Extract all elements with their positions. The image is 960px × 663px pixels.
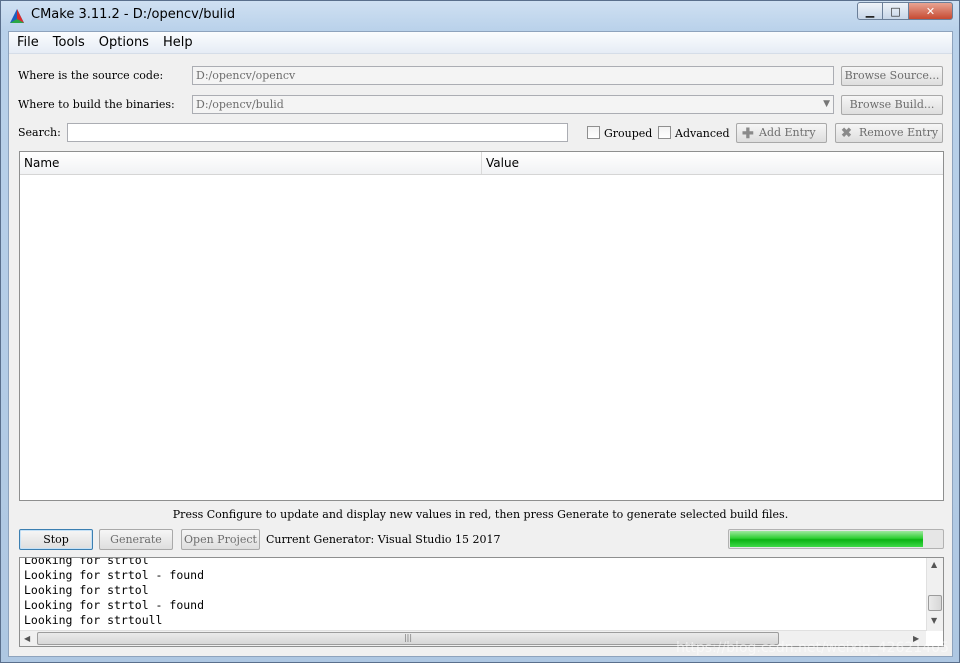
remove-entry-label: Remove Entry <box>859 126 939 139</box>
cmake-logo-icon <box>10 9 24 23</box>
menu-tools[interactable]: Tools <box>53 35 85 50</box>
close-button[interactable]: ✕ <box>909 2 953 20</box>
cmake-window: CMake 3.11.2 - D:/opencv/bulid ▁ □ ✕ Fil… <box>0 0 960 663</box>
watermark: https://blog.csdn.net/weixin_42621405 <box>675 640 949 656</box>
build-path-value: D:/opencv/bulid <box>196 98 284 111</box>
grouped-label: Grouped <box>604 127 653 140</box>
horizontal-scroll-thumb[interactable]: ||| <box>37 632 779 645</box>
browse-source-button[interactable]: Browse Source... <box>841 66 943 86</box>
add-entry-button[interactable]: ✚ Add Entry <box>736 123 827 143</box>
progress-fill <box>730 531 923 547</box>
column-header-value[interactable]: Value <box>482 152 943 174</box>
search-input[interactable] <box>67 123 568 142</box>
browse-build-button[interactable]: Browse Build... <box>841 95 943 115</box>
column-header-name[interactable]: Name <box>20 152 482 174</box>
table-header: Name Value <box>20 152 943 175</box>
log-text: Looking for strtol Looking for strtol - f… <box>24 557 205 628</box>
configure-hint: Press Configure to update and display ne… <box>172 508 789 521</box>
stop-button[interactable]: Stop <box>19 529 93 550</box>
cache-table[interactable]: Name Value <box>19 151 944 501</box>
vertical-scroll-thumb[interactable] <box>928 595 942 611</box>
plus-icon: ✚ <box>742 126 754 142</box>
title-bar[interactable]: CMake 3.11.2 - D:/opencv/bulid ▁ □ ✕ <box>1 1 959 31</box>
menu-bar: File Tools Options Help <box>9 32 952 54</box>
scroll-up-icon[interactable]: ▲ <box>931 560 937 569</box>
log-line: Looking for strtoull <box>24 613 163 627</box>
current-generator: Current Generator: Visual Studio 15 2017 <box>266 533 501 546</box>
grouped-checkbox[interactable] <box>587 126 600 139</box>
scroll-down-icon[interactable]: ▼ <box>931 616 937 625</box>
open-project-button[interactable]: Open Project <box>181 529 260 550</box>
remove-icon: ✖ <box>841 126 852 141</box>
minimize-icon: ▁ <box>865 4 875 18</box>
maximize-button[interactable]: □ <box>883 2 909 20</box>
advanced-label: Advanced <box>675 127 730 140</box>
build-label: Where to build the binaries: <box>18 98 175 111</box>
source-label: Where is the source code: <box>18 69 164 82</box>
menu-options[interactable]: Options <box>99 35 149 50</box>
main-panel: File Tools Options Help Where is the sou… <box>8 31 953 657</box>
scroll-left-icon[interactable]: ◀ <box>24 634 30 643</box>
vertical-scrollbar[interactable]: ▲ ▼ <box>926 558 943 631</box>
progress-bar <box>728 529 944 549</box>
remove-entry-button[interactable]: ✖ Remove Entry <box>835 123 943 143</box>
build-path-combo[interactable]: D:/opencv/bulid ▼ <box>192 95 834 114</box>
source-path-field[interactable]: D:/opencv/opencv <box>192 66 834 85</box>
menu-file[interactable]: File <box>17 35 39 50</box>
output-log[interactable]: Looking for strtol Looking for strtol - f… <box>19 557 944 647</box>
menu-help[interactable]: Help <box>163 35 193 50</box>
search-label: Search: <box>18 126 61 139</box>
add-entry-label: Add Entry <box>759 126 816 139</box>
generate-button[interactable]: Generate <box>99 529 173 550</box>
chevron-down-icon[interactable]: ▼ <box>823 96 830 113</box>
log-line: Looking for strtol - found <box>24 598 205 612</box>
log-line: Looking for strtol <box>24 583 149 597</box>
maximize-icon: □ <box>890 4 901 18</box>
log-line: Looking for strtol - found <box>24 568 205 582</box>
window-title: CMake 3.11.2 - D:/opencv/bulid <box>31 7 236 22</box>
caption-buttons: ▁ □ ✕ <box>857 2 953 20</box>
advanced-checkbox[interactable] <box>658 126 671 139</box>
close-icon: ✕ <box>925 4 936 18</box>
log-line: Looking for strtol <box>24 557 149 567</box>
minimize-button[interactable]: ▁ <box>857 2 883 20</box>
